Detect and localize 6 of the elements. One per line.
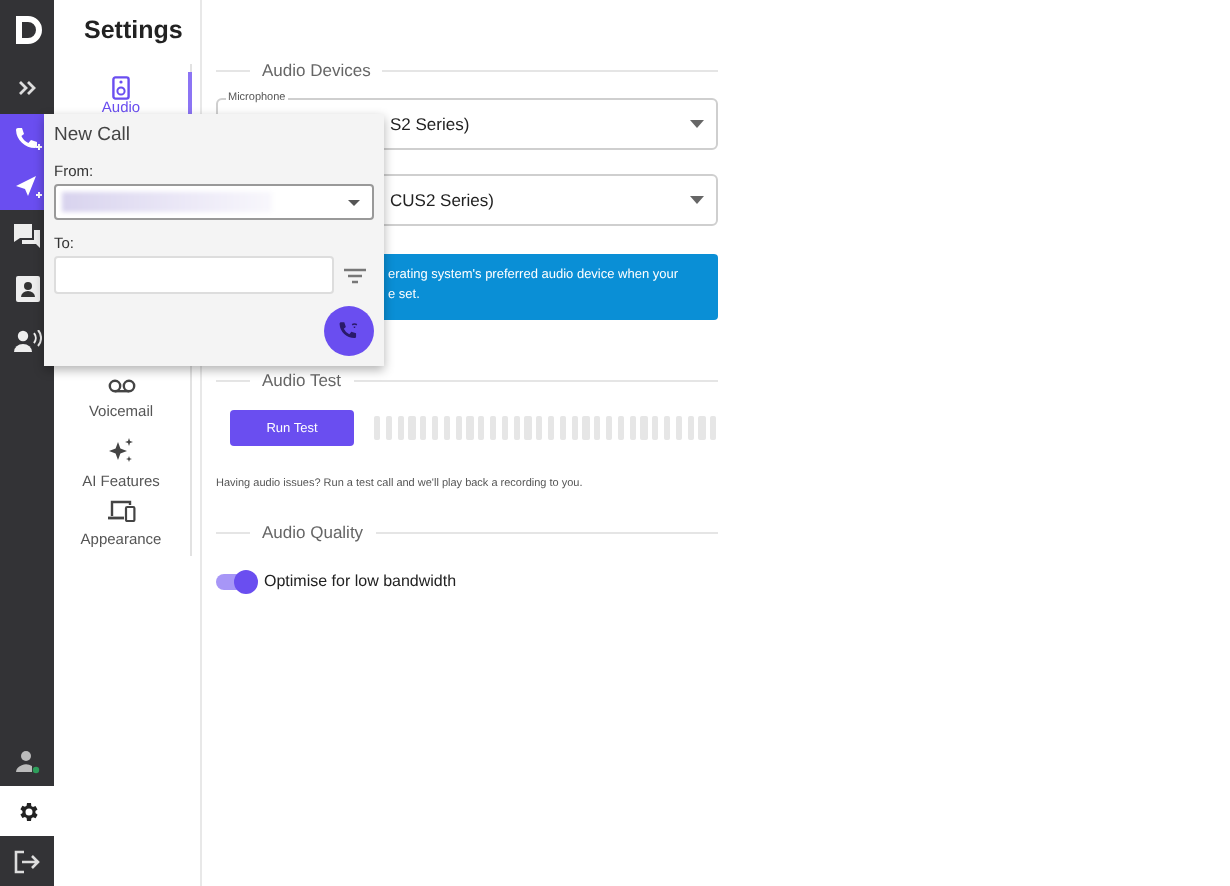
settings-title: Settings (82, 14, 185, 48)
toggle-label: Optimise for low bandwidth (264, 572, 457, 590)
section-heading: Audio Test (262, 370, 342, 390)
section-heading: Audio Quality (262, 522, 364, 542)
section-heading: Audio Devices (262, 60, 371, 80)
popup-title: New Call (54, 124, 133, 146)
